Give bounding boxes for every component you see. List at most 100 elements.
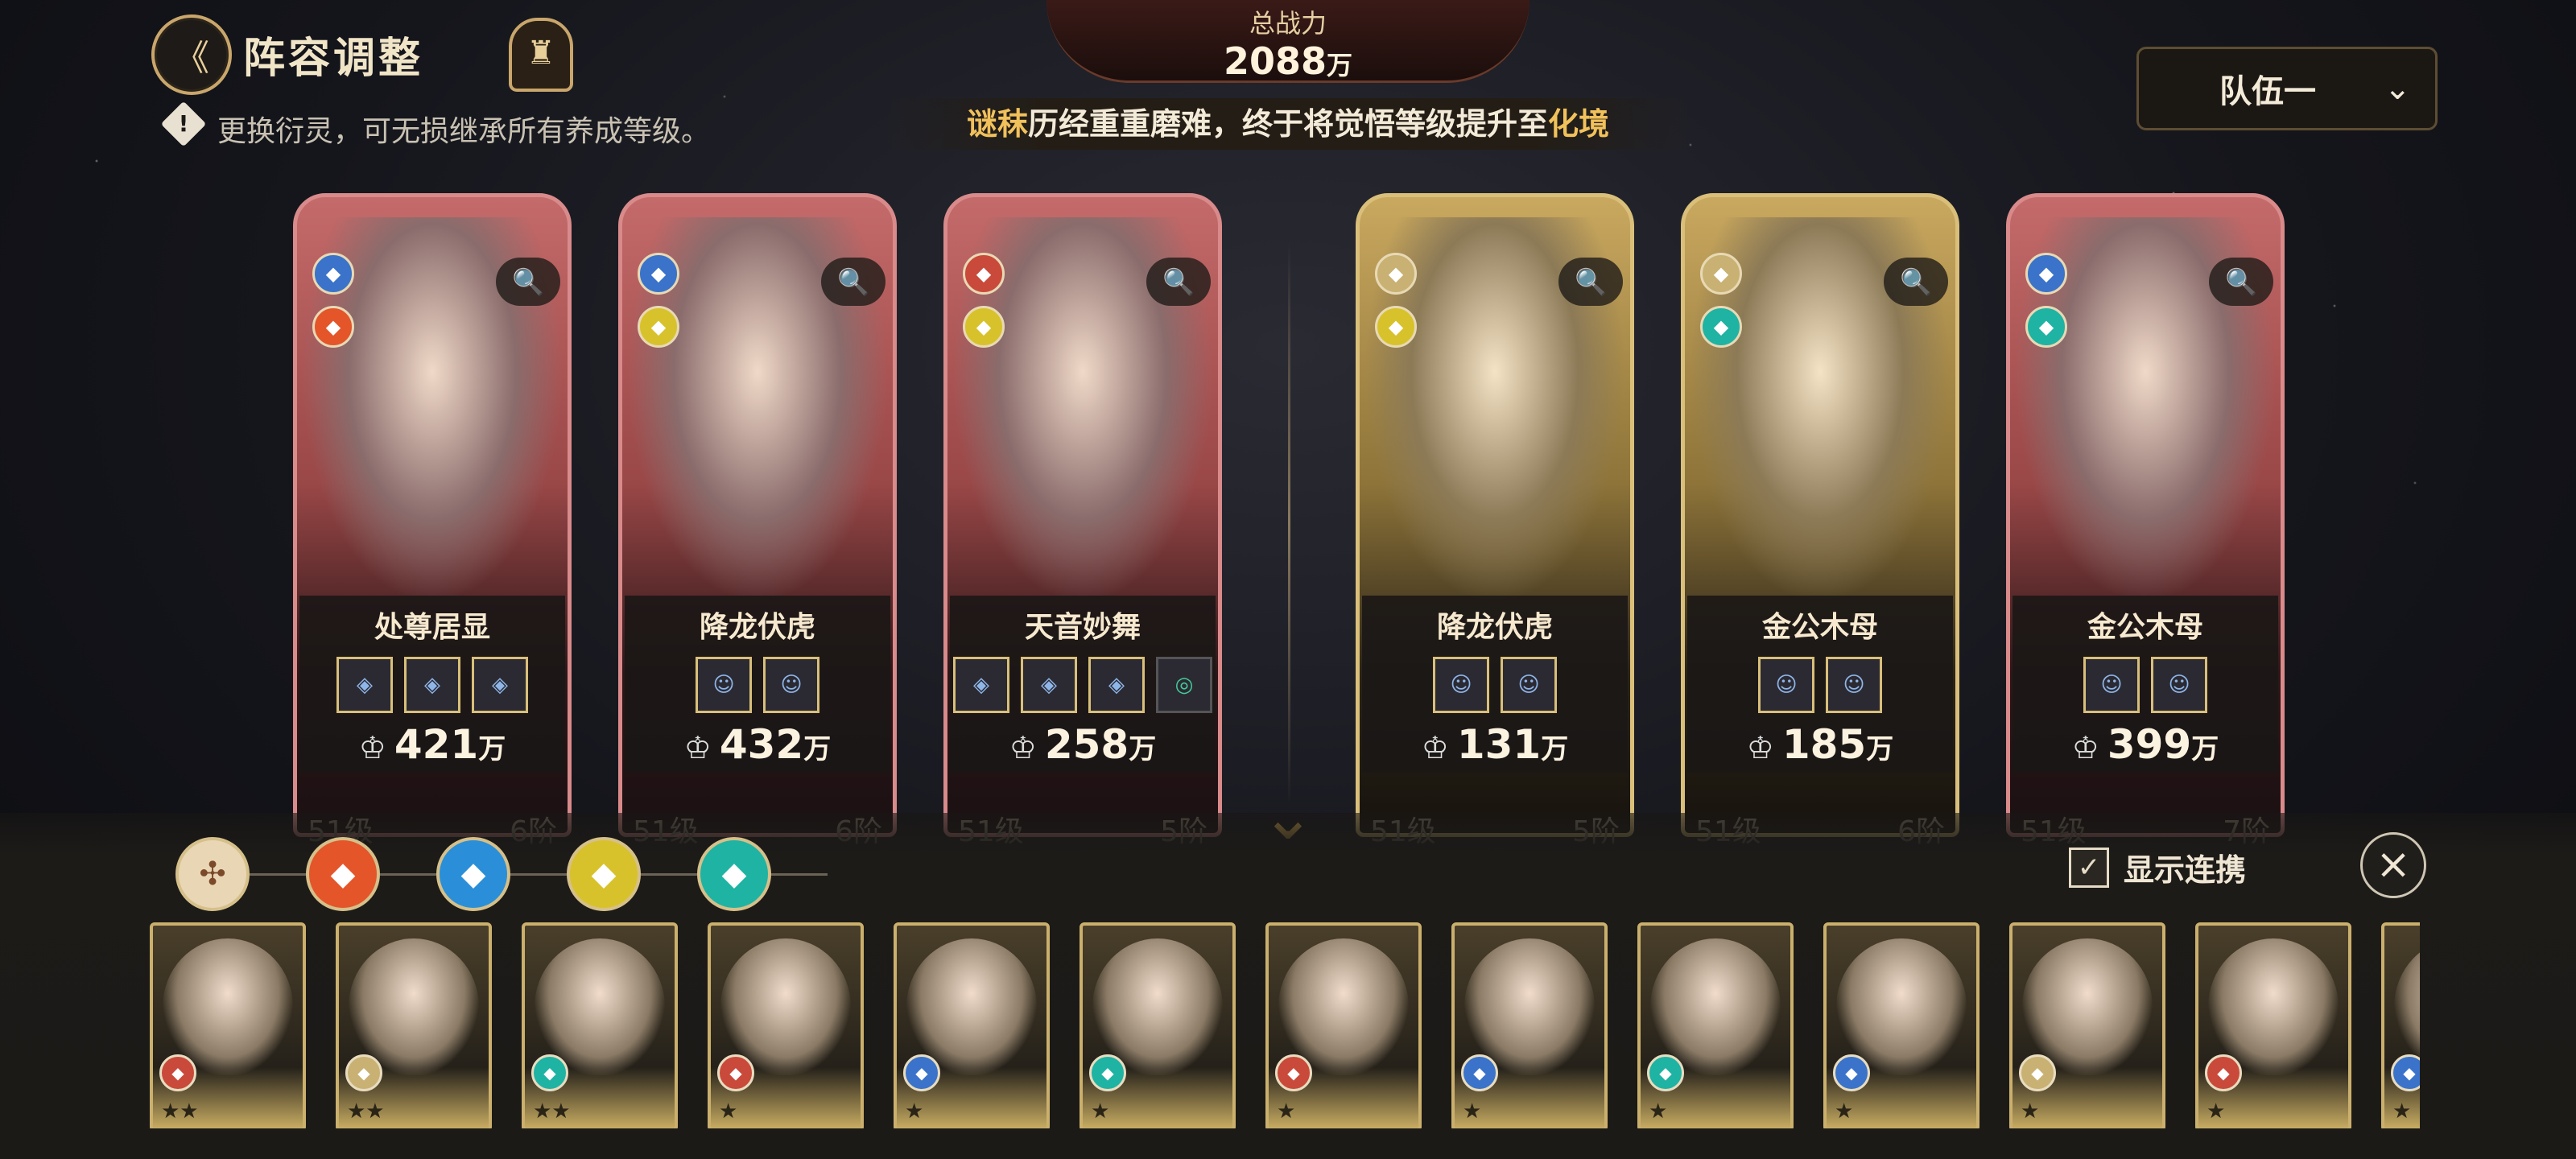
- roster-card[interactable]: ◆ ★: [1823, 922, 1979, 1128]
- lotus-icon: ◆: [638, 306, 679, 348]
- star-rating: ★★: [347, 1099, 385, 1124]
- checkbox-icon[interactable]: ✓: [2069, 847, 2109, 888]
- roster-card[interactable]: ◆ ★: [1637, 922, 1794, 1128]
- power-emblem-icon: ♔: [1746, 730, 1774, 765]
- star-rating: ★★: [533, 1099, 571, 1124]
- fire-icon[interactable]: ◆: [306, 837, 380, 911]
- blade-icon: ◆: [312, 253, 354, 295]
- chevron-down-icon: ⌄: [2384, 70, 2411, 107]
- show-link-toggle[interactable]: ✓ 显示连携: [2069, 845, 2246, 889]
- skill-icon[interactable]: ☺: [2151, 657, 2207, 713]
- wind-icon: ◆: [1700, 306, 1742, 348]
- character-power: ♔ 432万: [683, 721, 832, 768]
- skill-icon[interactable]: ☺: [1826, 657, 1882, 713]
- roster-card[interactable]: ◆ ★: [2009, 922, 2165, 1128]
- roster-card[interactable]: ◆ ★: [2381, 922, 2420, 1128]
- team-divider: [1288, 241, 1290, 805]
- total-power-plaque: 总战力 2088万: [1046, 0, 1530, 83]
- shield-icon: ◆: [1700, 253, 1742, 295]
- skill-icon[interactable]: ☺: [1758, 657, 1814, 713]
- blade-icon: ◆: [2391, 1054, 2420, 1091]
- roster-card[interactable]: ◆ ★: [708, 922, 864, 1128]
- back-chevron-icon: 《: [174, 38, 209, 79]
- skill-icon[interactable]: ◈: [1021, 657, 1077, 713]
- wind-icon[interactable]: ◆: [697, 837, 771, 911]
- shield-icon: ◆: [1375, 253, 1417, 295]
- element-filter-bar: ✣ ◆ ◆ ◆ ◆: [175, 837, 828, 911]
- sword-icon: ◆: [2205, 1054, 2242, 1091]
- back-button[interactable]: 《: [151, 14, 232, 95]
- skill-icon[interactable]: ☺: [763, 657, 819, 713]
- character-power: ♔ 399万: [2071, 721, 2219, 768]
- skill-icon[interactable]: ◎: [1156, 657, 1212, 713]
- roster-card[interactable]: ◆ ★: [1080, 922, 1236, 1128]
- lineup-card[interactable]: ◆◆🔍降龙伏虎☺☺♔432万51级6阶: [618, 193, 897, 848]
- power-emblem-icon: ♔: [1421, 730, 1449, 765]
- star-rating: ★: [905, 1099, 924, 1124]
- star-rating: ★: [2207, 1099, 2226, 1124]
- water-icon[interactable]: ◆: [436, 837, 510, 911]
- lineup-card[interactable]: ◆◆🔍金公木母☺☺♔399万51级7阶: [2006, 193, 2285, 848]
- skill-icon[interactable]: ☺: [1501, 657, 1557, 713]
- sword-icon: ◆: [159, 1054, 196, 1091]
- blade-icon: ◆: [638, 253, 679, 295]
- lotus-icon: ◆: [963, 306, 1005, 348]
- character-name: 处尊居显: [374, 611, 490, 644]
- sword-icon: ◆: [963, 253, 1005, 295]
- skill-icon[interactable]: ☺: [696, 657, 752, 713]
- lineup-card[interactable]: ◆◆🔍处尊居显◈◈◈♔421万51级6阶: [293, 193, 572, 848]
- lineup-card[interactable]: ◆◆🔍降龙伏虎☺☺♔131万51级5阶: [1356, 193, 1634, 848]
- roster-list: ◆ ★★ ◆ ★★ ◆ ★★ ◆ ★ ◆ ★ ◆ ★ ◆ ★ ◆ ★ ◆ ★ ◆…: [150, 922, 2420, 1128]
- lantern-icon[interactable]: ♜: [509, 18, 573, 92]
- skill-icon[interactable]: ◈: [336, 657, 393, 713]
- magnify-icon[interactable]: 🔍: [496, 258, 560, 306]
- roster-card[interactable]: ◆ ★★: [522, 922, 678, 1128]
- fire-icon: ◆: [312, 306, 354, 348]
- team-select-dropdown[interactable]: 队伍一 ⌄: [2136, 47, 2438, 130]
- filter-connector: [641, 872, 697, 876]
- roster-card[interactable]: ◆ ★★: [336, 922, 492, 1128]
- lineup-card[interactable]: ◆◆🔍天音妙舞◈◈◈◎♔258万51级5阶: [943, 193, 1222, 848]
- magnify-icon[interactable]: 🔍: [821, 258, 886, 306]
- warning-icon: !: [160, 101, 207, 147]
- lotus-icon[interactable]: ◆: [567, 837, 641, 911]
- skill-icon[interactable]: ◈: [404, 657, 460, 713]
- skill-icon[interactable]: ◈: [953, 657, 1009, 713]
- roster-card[interactable]: ◆ ★: [1265, 922, 1422, 1128]
- character-name: 金公木母: [1761, 611, 1878, 644]
- roster-card[interactable]: ◆ ★: [2195, 922, 2351, 1128]
- character-power: ♔ 185万: [1746, 721, 1894, 768]
- close-button[interactable]: ×: [2360, 832, 2426, 898]
- power-emblem-icon: ♔: [2071, 730, 2099, 765]
- filter-connector: [380, 872, 436, 876]
- filter-connector: [771, 872, 828, 876]
- roster-card[interactable]: ◆ ★★: [150, 922, 306, 1128]
- blade-icon: ◆: [2025, 253, 2067, 295]
- sword-icon: ◆: [1275, 1054, 1312, 1091]
- skill-row: ◈ ◈ ◈ ◎: [943, 657, 1222, 713]
- magnify-icon[interactable]: 🔍: [2209, 258, 2273, 306]
- skill-icon[interactable]: ☺: [2083, 657, 2140, 713]
- skill-icon[interactable]: ☺: [1433, 657, 1489, 713]
- skill-row: ☺ ☺: [1356, 657, 1634, 713]
- skill-icon[interactable]: ◈: [1088, 657, 1145, 713]
- star-rating: ★: [1091, 1099, 1110, 1124]
- character-name: 金公木母: [2087, 611, 2203, 644]
- magnify-icon[interactable]: 🔍: [1146, 258, 1211, 306]
- roster-card[interactable]: ◆ ★: [894, 922, 1050, 1128]
- all-filter-icon[interactable]: ✣: [175, 837, 250, 911]
- show-link-label: 显示连携: [2124, 852, 2247, 888]
- star-rating: ★: [2392, 1099, 2412, 1124]
- skill-row: ◈ ◈ ◈: [293, 657, 572, 713]
- page-title: 阵容调整: [243, 35, 424, 83]
- character-name: 天音妙舞: [1024, 611, 1141, 644]
- magnify-icon[interactable]: 🔍: [1884, 258, 1948, 306]
- star-rating: ★: [2021, 1099, 2040, 1124]
- skill-icon[interactable]: ◈: [472, 657, 528, 713]
- roster-card[interactable]: ◆ ★: [1451, 922, 1608, 1128]
- wind-icon: ◆: [2025, 306, 2067, 348]
- team-select-value: 队伍一: [2219, 73, 2316, 110]
- power-emblem-icon: ♔: [358, 730, 386, 765]
- lineup-card[interactable]: ◆◆🔍金公木母☺☺♔185万51级6阶: [1681, 193, 1959, 848]
- magnify-icon[interactable]: 🔍: [1558, 258, 1623, 306]
